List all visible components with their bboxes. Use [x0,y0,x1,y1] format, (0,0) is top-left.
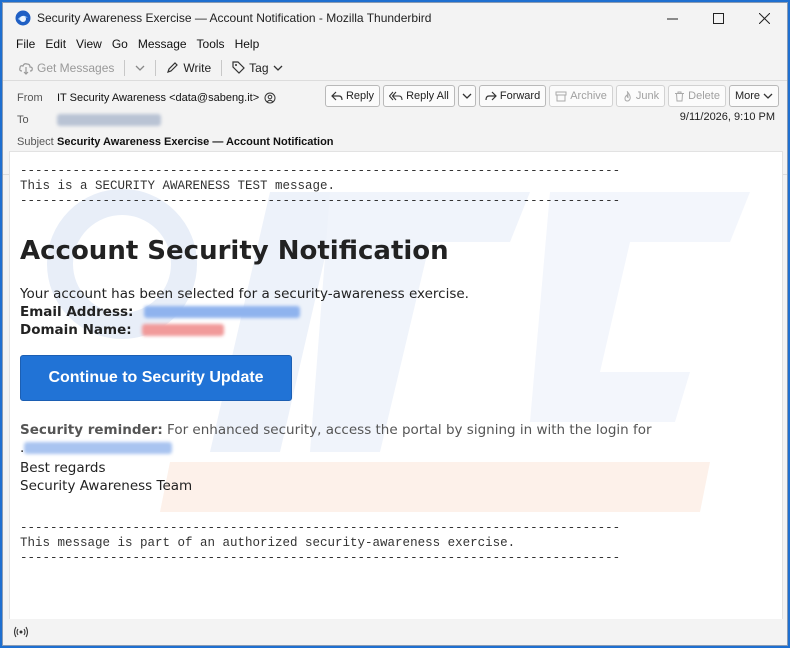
archive-icon [555,91,567,101]
signature: Security Awareness Team [20,478,193,494]
forward-icon [485,91,497,100]
delete-button[interactable]: Delete [668,85,726,107]
email-address-label: Email Address: [20,304,134,320]
close-icon [758,12,770,24]
junk-button[interactable]: Junk [615,85,666,107]
email-address-row: Email Address: [20,303,301,321]
more-label: More [734,90,760,102]
menu-help[interactable]: Help [230,37,265,51]
from-value[interactable]: IT Security Awareness <data@sabeng.it> [57,92,259,104]
online-status-icon[interactable] [13,625,29,639]
thunderbird-app-icon [15,10,31,26]
intro-paragraph: Your account has been selected for a sec… [20,286,469,302]
to-value-redacted [57,114,161,126]
to-row: To [17,109,779,131]
menu-edit[interactable]: Edit [40,37,71,51]
menu-message[interactable]: Message [133,37,192,51]
domain-name-label: Domain Name: [20,322,132,338]
delete-label: Delete [688,90,720,102]
top-notice: This is a SECURITY AWARENESS TEST messag… [20,179,336,193]
window-title: Security Awareness Exercise — Account No… [37,11,432,25]
subject-row: Subject Security Awareness Exercise — Ac… [17,131,779,153]
reminder-label: Security reminder: [20,422,163,438]
message-date: 9/11/2026, 9:10 PM [679,111,775,123]
maximize-icon [712,12,724,24]
status-bar [3,619,787,645]
menu-view[interactable]: View [71,37,107,51]
close-button[interactable] [741,3,787,33]
write-label: Write [183,60,212,75]
closing-regards: Best regards [20,460,106,476]
archive-label: Archive [570,90,607,102]
forward-button[interactable]: Forward [478,85,547,107]
menu-file[interactable]: File [11,37,40,51]
more-button[interactable]: More [728,85,779,107]
contact-icon[interactable] [264,92,276,104]
get-messages-label: Get Messages [37,60,115,75]
menu-tools[interactable]: Tools [192,37,230,51]
minimize-button[interactable] [649,3,695,33]
junk-label: Junk [635,90,660,102]
write-button[interactable]: Write [160,59,217,77]
bottom-notice: This message is part of an authorized se… [20,536,516,550]
subject-label: Subject [17,136,54,148]
reply-button[interactable]: Reply [324,85,381,107]
cloud-download-icon [19,62,33,75]
toolbar-separator [124,59,126,76]
chevron-down-icon [273,65,282,71]
domain-name-row: Domain Name: [20,321,225,339]
continue-security-update-button[interactable]: Continue to Security Update [20,355,292,401]
toolbar-separator [155,59,157,76]
message-actions: Reply Reply All Forward Archive Junk Del… [324,85,779,107]
thunderbird-window: Security Awareness Exercise — Account No… [2,2,788,646]
maximize-button[interactable] [695,3,741,33]
archive-button[interactable]: Archive [549,85,613,107]
forward-label: Forward [499,90,541,102]
reply-icon [331,91,343,100]
bottom-separator-2: ----------------------------------------… [20,551,621,565]
get-messages-dropdown[interactable] [129,61,151,75]
tag-button[interactable]: Tag [226,59,288,77]
from-label: From [17,92,43,104]
reminder-tail: . [20,440,25,456]
reply-all-button[interactable]: Reply All [383,85,455,107]
main-toolbar: Get Messages Write Tag [3,55,787,81]
bottom-separator: ----------------------------------------… [20,521,621,535]
chevron-down-icon [135,65,145,71]
email-heading: Account Security Notification [20,236,449,266]
menu-bar: File Edit View Go Message Tools Help [3,33,787,55]
title-bar: Security Awareness Exercise — Account No… [3,3,787,33]
message-body: ----------------------------------------… [9,151,783,621]
trash-icon [675,91,685,101]
tag-icon [232,61,246,74]
reminder-login-redacted [24,442,172,454]
chevron-down-icon [763,93,773,99]
email-address-redacted [144,306,301,318]
toolbar-separator [221,59,223,76]
menu-go[interactable]: Go [107,37,133,51]
reply-all-dropdown[interactable] [457,85,476,107]
reply-label: Reply [345,90,375,102]
top-separator-2: ----------------------------------------… [20,194,621,208]
domain-name-redacted [142,324,225,336]
tag-label: Tag [249,60,269,75]
to-label: To [17,114,29,126]
reply-all-label: Reply All [406,90,449,102]
minimize-icon [666,18,678,19]
security-reminder: Security reminder: For enhanced security… [20,421,780,457]
subject-value: Security Awareness Exercise — Account No… [57,136,334,148]
reminder-text: For enhanced security, access the portal… [167,422,652,438]
pencil-icon [167,62,179,73]
junk-flame-icon [624,90,631,102]
get-messages-button[interactable]: Get Messages [13,59,120,77]
top-separator: ----------------------------------------… [20,164,621,178]
reply-all-icon [389,91,403,100]
chevron-down-icon [462,93,472,99]
